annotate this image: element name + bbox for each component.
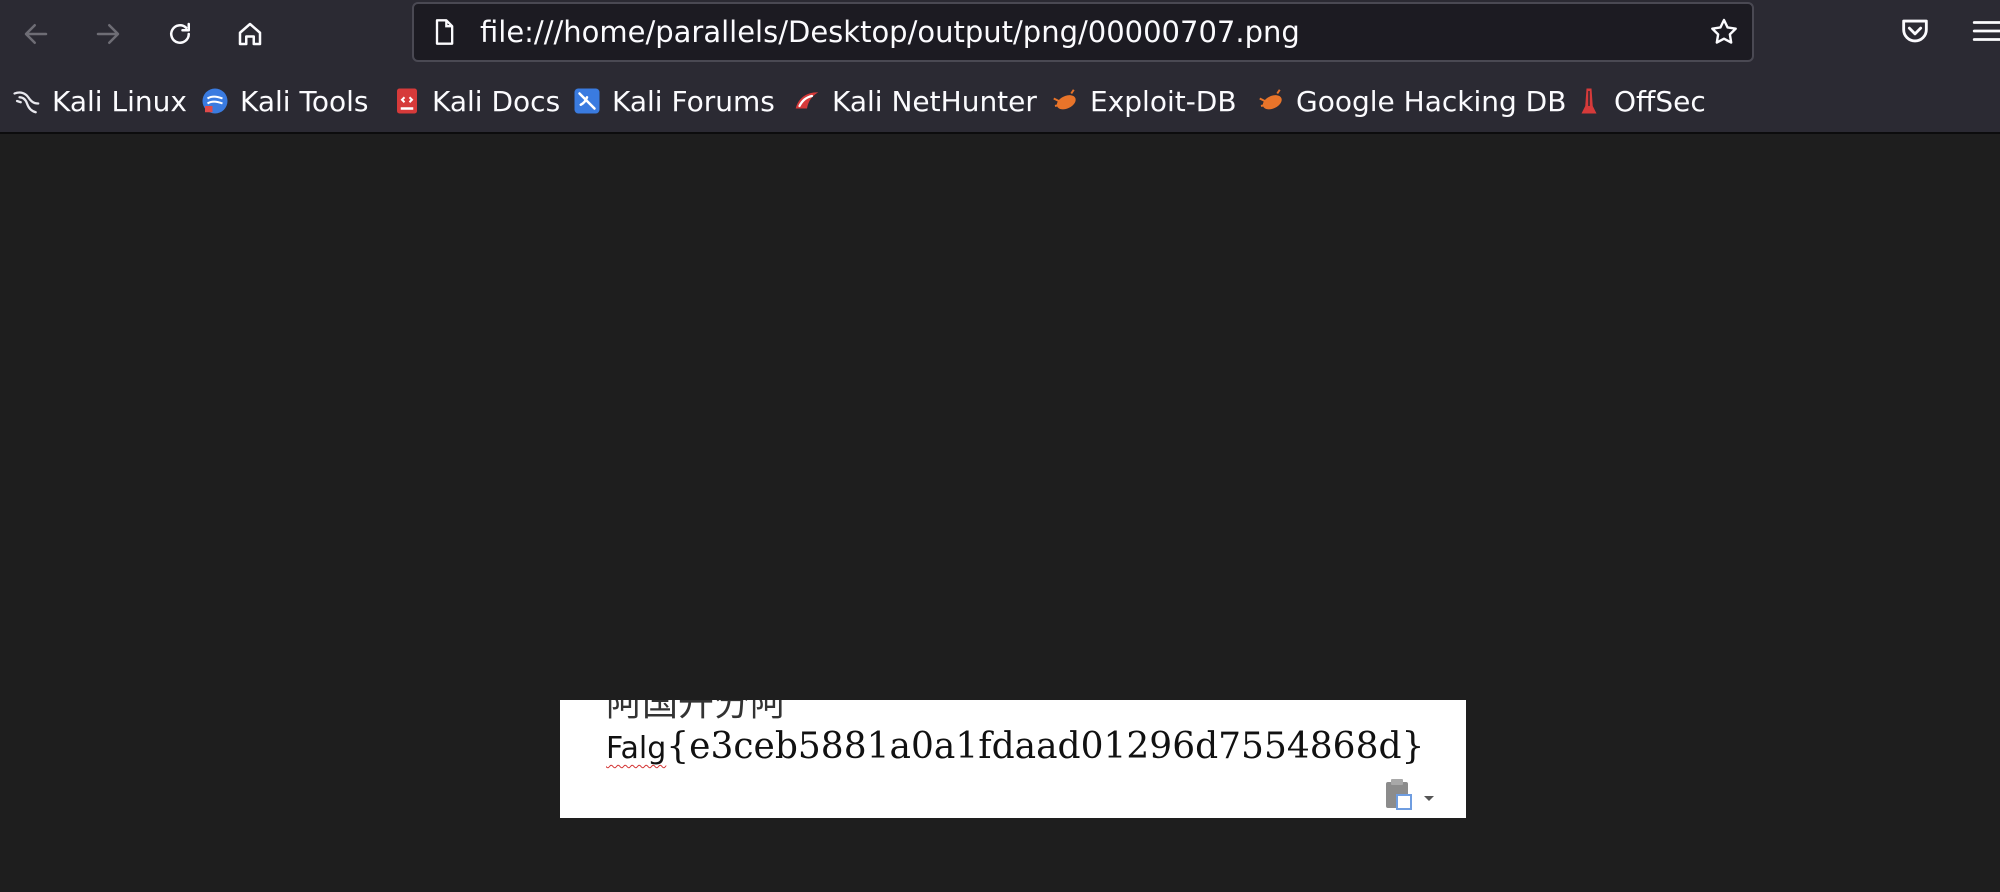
flag-text: Falg{e3ceb5881a0a1fdaad01296d7554868d} xyxy=(606,722,1424,772)
reload-button[interactable] xyxy=(156,10,204,58)
bookmark-kali-docs[interactable]: Kali Docs xyxy=(392,68,560,134)
flag-prefix: Falg xyxy=(606,731,667,766)
bookmark-kali-tools[interactable]: Kali Tools xyxy=(200,68,368,134)
forward-icon xyxy=(96,24,120,44)
forward-button[interactable] xyxy=(84,10,132,58)
back-button[interactable] xyxy=(12,10,60,58)
paste-options-icon xyxy=(1386,779,1434,810)
bookmark-google-hacking-db[interactable]: Google Hacking DB xyxy=(1256,68,1566,134)
flag-value: {e3ceb5881a0a1fdaad01296d7554868d} xyxy=(666,726,1425,767)
ghdb-icon xyxy=(1259,89,1282,110)
bookmarks-toolbar: Kali Linux Kali Tools Kali Docs Kali For… xyxy=(0,68,2000,134)
displayed-image: 阿国开分阿 Falg{e3ceb5881a0a1fdaad01296d75548… xyxy=(560,700,1466,818)
bookmark-label: Kali Tools xyxy=(240,84,369,118)
url-bar[interactable]: file:///home/parallels/Desktop/output/pn… xyxy=(412,2,1754,62)
bookmark-label: Google Hacking DB xyxy=(1296,84,1567,118)
bookmark-label: Kali Docs xyxy=(432,84,561,118)
home-icon xyxy=(238,22,262,46)
kali-nethunter-icon xyxy=(795,92,819,109)
kali-tools-icon xyxy=(202,88,228,114)
bookmark-label: Kali NetHunter xyxy=(832,84,1037,118)
bookmark-kali-nethunter[interactable]: Kali NetHunter xyxy=(792,68,1037,134)
browser-toolbar: file:///home/parallels/Desktop/output/pn… xyxy=(0,0,2000,68)
url-text[interactable]: file:///home/parallels/Desktop/output/pn… xyxy=(480,4,1300,60)
home-button[interactable] xyxy=(226,10,274,58)
bookmark-kali-forums[interactable]: Kali Forums xyxy=(572,68,775,134)
kali-dragon-icon xyxy=(13,91,40,114)
kali-docs-icon xyxy=(397,88,417,114)
bookmark-label: Exploit-DB xyxy=(1090,84,1237,118)
bookmark-label: Kali Forums xyxy=(612,84,775,118)
offsec-icon xyxy=(1581,88,1597,114)
pocket-icon[interactable] xyxy=(1898,14,1932,48)
bookmark-exploit-db[interactable]: Exploit-DB xyxy=(1050,68,1237,134)
exploit-db-icon xyxy=(1053,89,1076,110)
bookmark-offsec[interactable]: OffSec xyxy=(1574,68,1706,134)
kali-forums-icon xyxy=(574,88,600,114)
menu-icon[interactable] xyxy=(1970,14,2000,48)
bookmark-label: OffSec xyxy=(1614,84,1706,118)
bookmark-star-icon[interactable] xyxy=(1708,16,1740,48)
bookmark-kali-linux[interactable]: Kali Linux xyxy=(12,68,187,134)
back-icon xyxy=(24,24,48,44)
reload-icon xyxy=(170,22,190,44)
page-icon xyxy=(435,19,454,45)
bookmark-label: Kali Linux xyxy=(52,84,187,118)
